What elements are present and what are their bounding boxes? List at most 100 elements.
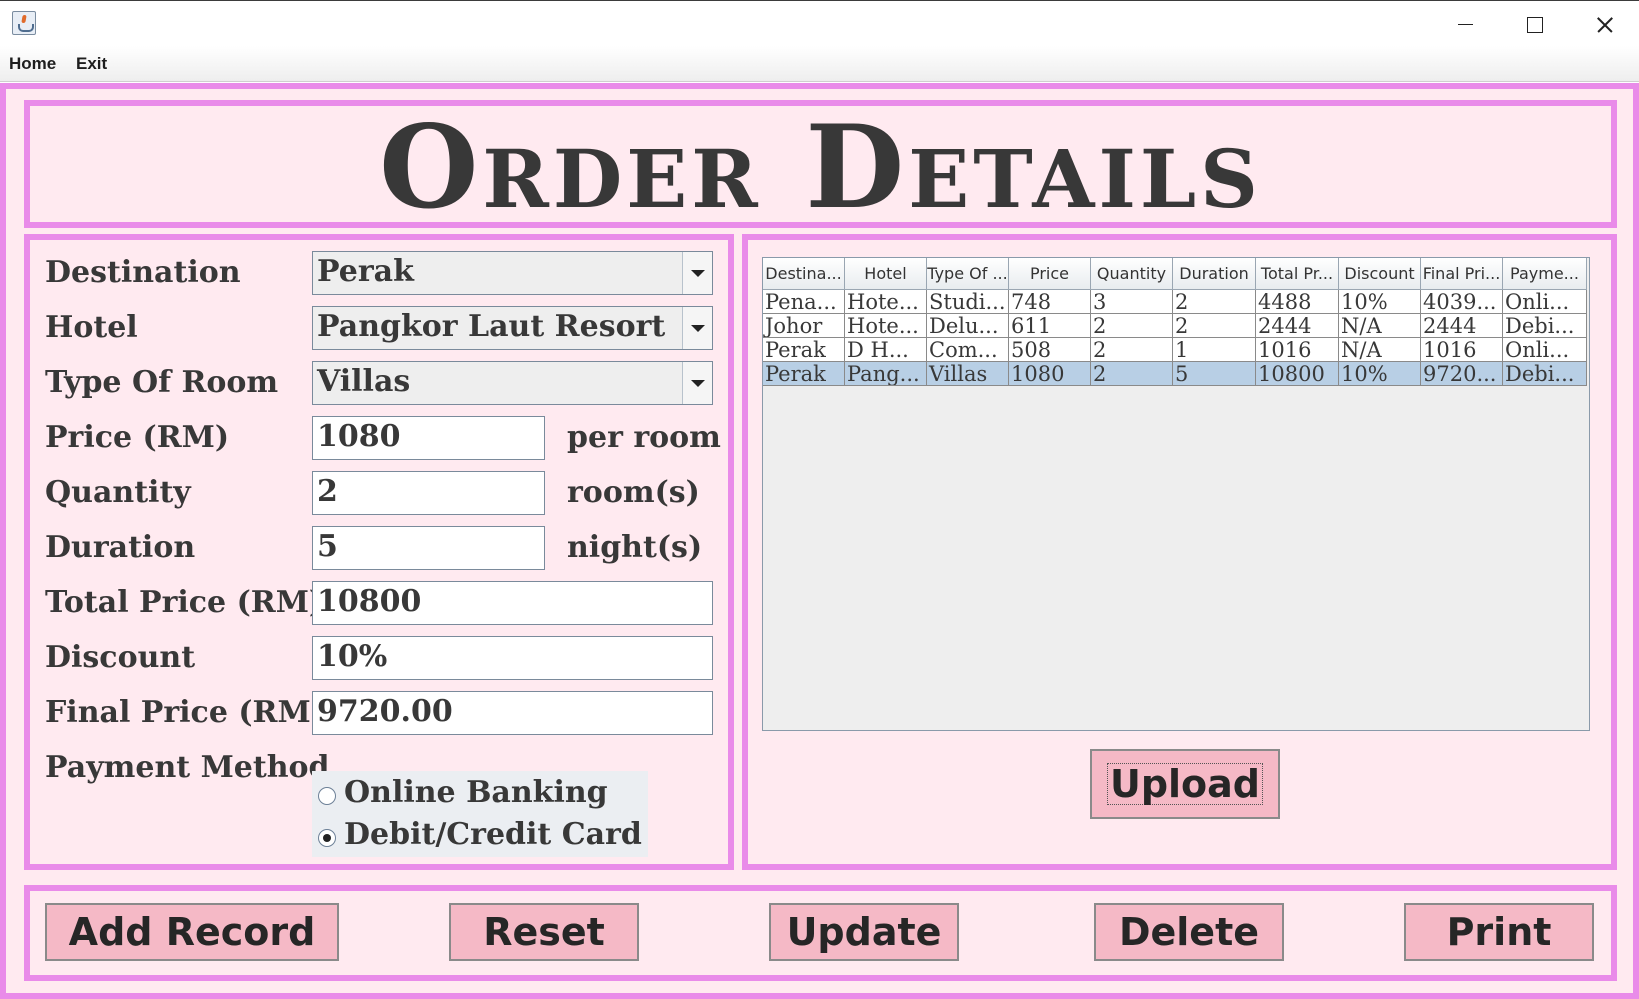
total-price-label: Total Price (RM) (45, 585, 324, 620)
table-cell[interactable]: N/A (1339, 314, 1421, 338)
table-cell[interactable]: 10% (1339, 290, 1421, 314)
column-header[interactable]: Price (1009, 258, 1091, 290)
column-header[interactable]: Destina... (763, 258, 845, 290)
table-cell[interactable]: 10800 (1256, 362, 1339, 386)
update-button[interactable]: Update (769, 903, 959, 961)
price-unit: per room (567, 420, 721, 455)
add-record-button[interactable]: Add Record (45, 903, 339, 961)
price-field[interactable]: 1080 (312, 416, 545, 460)
table-cell[interactable]: Delu... (927, 314, 1009, 338)
table-cell[interactable]: 2 (1091, 338, 1173, 362)
table-cell[interactable]: 10% (1339, 362, 1421, 386)
column-header[interactable]: Total Pr... (1256, 258, 1339, 290)
column-header[interactable]: Payme... (1503, 258, 1587, 290)
table-cell[interactable]: 1016 (1421, 338, 1503, 362)
table-cell[interactable]: 4488 (1256, 290, 1339, 314)
radio-circle-online-banking[interactable] (318, 787, 336, 805)
price-label: Price (RM) (45, 420, 230, 455)
payment-method-label: Payment Method (45, 750, 330, 785)
hotel-label: Hotel (45, 310, 138, 345)
hotel-select[interactable]: Pangkor Laut Resort (312, 306, 713, 350)
delete-button[interactable]: Delete (1094, 903, 1284, 961)
column-header[interactable]: Quantity (1091, 258, 1173, 290)
table-cell[interactable]: 2 (1091, 314, 1173, 338)
table-cell[interactable]: 9720... (1421, 362, 1503, 386)
minimize-icon[interactable] (1430, 1, 1500, 47)
table-cell[interactable]: Onli... (1503, 290, 1587, 314)
column-header[interactable]: Type Of ... (927, 258, 1009, 290)
table-cell[interactable]: 748 (1009, 290, 1091, 314)
column-header[interactable]: Hotel (845, 258, 927, 290)
table-cell[interactable]: 5 (1173, 362, 1256, 386)
chevron-down-icon[interactable] (682, 362, 712, 404)
table-cell[interactable]: 508 (1009, 338, 1091, 362)
column-header[interactable]: Duration (1173, 258, 1256, 290)
table-cell[interactable]: Pena... (763, 290, 845, 314)
table-cell[interactable]: Johor (763, 314, 845, 338)
table-row-selected[interactable]: Perak Pang... Villas 1080 2 5 10800 10% … (763, 362, 1587, 386)
final-price-field[interactable]: 9720.00 (312, 691, 713, 735)
destination-label: Destination (45, 255, 241, 290)
upload-button-label: Upload (1106, 763, 1264, 805)
column-header[interactable]: Final Pri... (1421, 258, 1503, 290)
maximize-icon[interactable] (1500, 1, 1570, 47)
destination-select[interactable]: Perak (312, 251, 713, 295)
radio-circle-debit-credit-card[interactable] (318, 829, 336, 847)
table-cell[interactable]: Perak (763, 338, 845, 362)
table-cell[interactable]: N/A (1339, 338, 1421, 362)
discount-field[interactable]: 10% (312, 636, 713, 680)
reset-button[interactable]: Reset (449, 903, 639, 961)
table-cell[interactable]: Debi... (1503, 314, 1587, 338)
total-price-field[interactable]: 10800 (312, 581, 713, 625)
table-cell[interactable]: Com... (927, 338, 1009, 362)
table-cell[interactable]: Onli... (1503, 338, 1587, 362)
table-cell[interactable]: 2 (1173, 314, 1256, 338)
quantity-unit: room(s) (567, 475, 700, 510)
close-icon[interactable] (1569, 1, 1639, 47)
table-cell[interactable]: Hote... (845, 314, 927, 338)
table-row[interactable]: Perak D H... Com... 508 2 1 1016 N/A 101… (763, 338, 1587, 362)
table-cell[interactable]: 4039... (1421, 290, 1503, 314)
table-cell[interactable]: 2444 (1421, 314, 1503, 338)
final-price-label: Final Price (RM) (45, 695, 325, 730)
table-cell[interactable]: D H... (845, 338, 927, 362)
quantity-field[interactable]: 2 (312, 471, 545, 515)
table-cell[interactable]: 1080 (1009, 362, 1091, 386)
page-title: Order Details (379, 100, 1262, 234)
payment-method-group: Online Banking Debit/Credit Card (312, 771, 648, 857)
table-cell[interactable]: 1 (1173, 338, 1256, 362)
menu-exit[interactable]: Exit (76, 54, 107, 74)
duration-label: Duration (45, 530, 196, 565)
orders-table[interactable]: Destina... Hotel Type Of ... Price Quant… (762, 257, 1590, 731)
table-cell[interactable]: 1016 (1256, 338, 1339, 362)
table-cell[interactable]: Studi... (927, 290, 1009, 314)
room-type-value: Villas (317, 364, 411, 399)
menu-home[interactable]: Home (9, 54, 56, 74)
table-row[interactable]: Pena... Hote... Studi... 748 3 2 4488 10… (763, 290, 1587, 314)
menu-bar: Home Exit (0, 46, 1639, 82)
print-button[interactable]: Print (1404, 903, 1594, 961)
debit-credit-card-label: Debit/Credit Card (344, 817, 642, 852)
table-cell[interactable]: Hote... (845, 290, 927, 314)
room-type-label: Type Of Room (45, 365, 279, 400)
table-cell[interactable]: Pang... (845, 362, 927, 386)
table-cell[interactable]: 2 (1173, 290, 1256, 314)
table-cell[interactable]: Villas (927, 362, 1009, 386)
chevron-down-icon[interactable] (682, 252, 712, 294)
chevron-down-icon[interactable] (682, 307, 712, 349)
table-cell[interactable]: Debi... (1503, 362, 1587, 386)
table-cell[interactable]: 611 (1009, 314, 1091, 338)
upload-button[interactable]: Upload (1090, 749, 1280, 819)
table-row[interactable]: Johor Hote... Delu... 611 2 2 2444 N/A 2… (763, 314, 1587, 338)
column-header[interactable]: Discount (1339, 258, 1421, 290)
table-cell[interactable]: 2 (1091, 362, 1173, 386)
hotel-value: Pangkor Laut Resort (317, 309, 666, 344)
table-cell[interactable]: 2444 (1256, 314, 1339, 338)
table-cell[interactable]: 3 (1091, 290, 1173, 314)
table-cell[interactable]: Perak (763, 362, 845, 386)
quantity-label: Quantity (45, 475, 191, 510)
duration-field[interactable]: 5 (312, 526, 545, 570)
table-header: Destina... Hotel Type Of ... Price Quant… (763, 258, 1587, 290)
destination-value: Perak (317, 254, 414, 289)
room-type-select[interactable]: Villas (312, 361, 713, 405)
